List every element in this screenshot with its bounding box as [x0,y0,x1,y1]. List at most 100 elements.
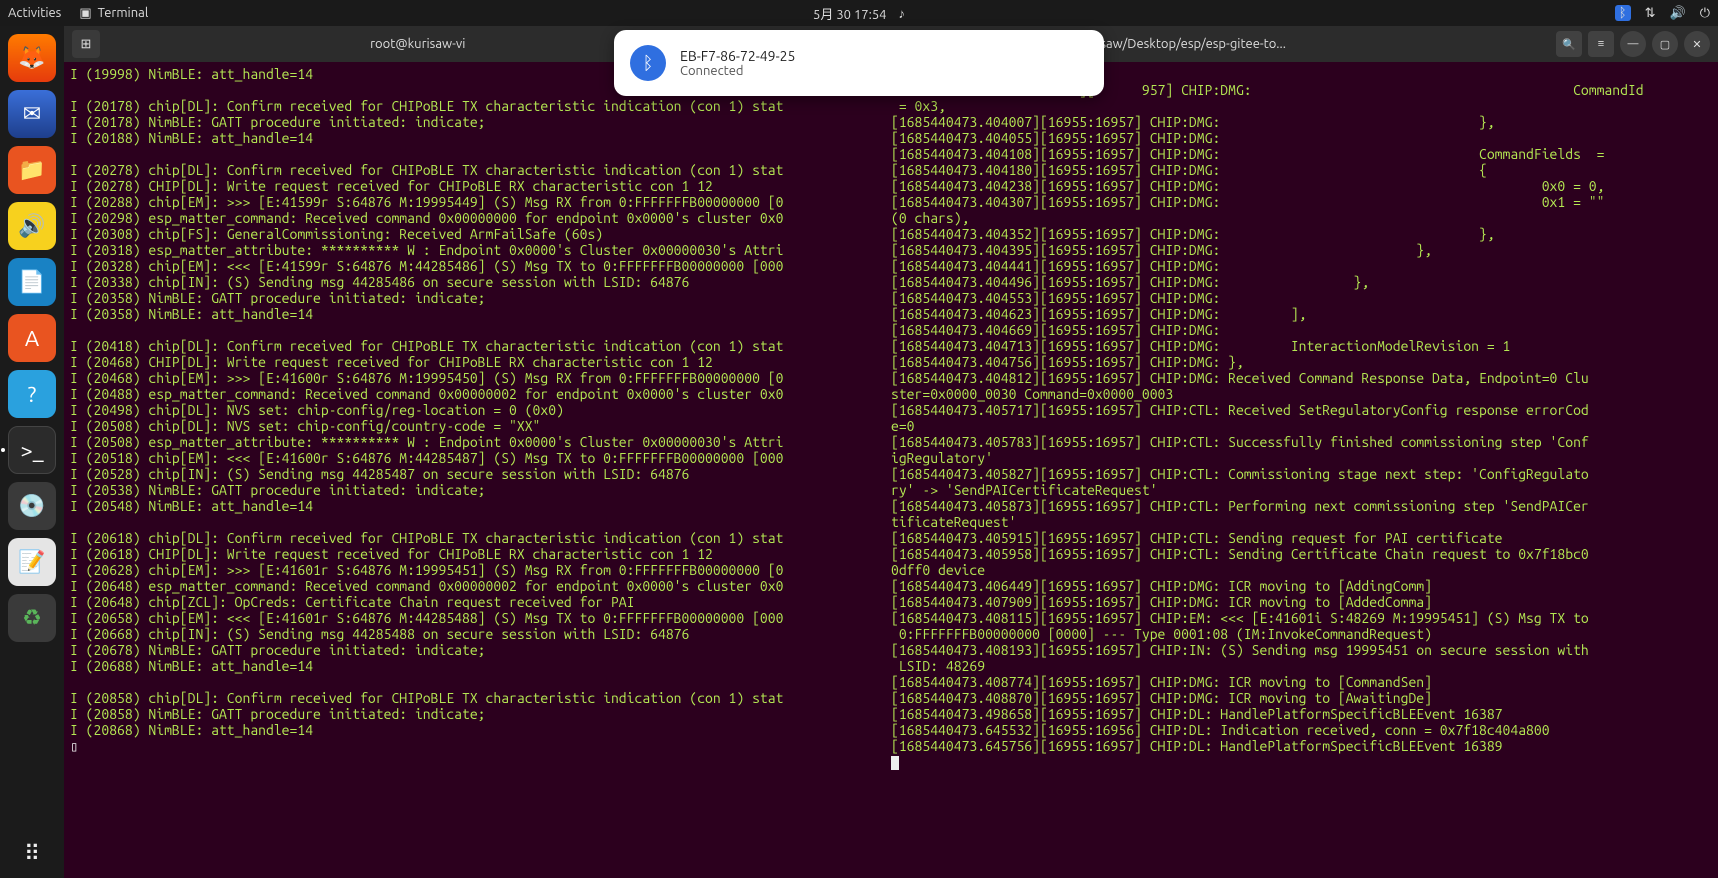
terminal-line: I (20338) chip[IN]: (S) Sending msg 4428… [70,274,890,290]
terminal-line: [1685440473.405958][16955:16957] CHIP:CT… [891,546,1712,562]
terminal-line: I (20418) chip[DL]: Confirm received for… [70,338,890,354]
terminal-line: I (20628) chip[EM]: >>> [E:41601r S:6487… [70,562,890,578]
terminal-line: I (20538) NimBLE: GATT procedure initiat… [70,482,890,498]
dock-show-apps[interactable]: ⠿ [8,830,56,878]
terminal-line: I (20508) esp_matter_attribute: ********… [70,434,890,450]
terminal-line: I (20678) NimBLE: GATT procedure initiat… [70,642,890,658]
dock-thunderbird[interactable]: ✉ [8,90,56,138]
terminal-line: I (20278) CHIP[DL]: Write request receiv… [70,178,890,194]
maximize-button[interactable]: ▢ [1652,31,1678,57]
dock-drive[interactable]: 💿 [8,482,56,530]
terminal-line: [1685440473.404756][16955:16957] CHIP:DM… [891,354,1712,370]
dock-files[interactable]: 📁 [8,146,56,194]
dock-software[interactable]: A [8,314,56,362]
maximize-icon: ▢ [1660,38,1670,51]
terminal-line: [1685440473.404713][16955:16957] CHIP:DM… [891,338,1712,354]
dock-text-editor[interactable]: 📝 [8,538,56,586]
current-app-label: Terminal [98,6,149,20]
dock: 🦊 ✉ 📁 🔊 📄 A ? >_ 💿 📝 ♻ ⠿ [0,26,64,878]
terminal-line: e=0 [891,418,1712,434]
terminal-line: I (20468) chip[EM]: >>> [E:41600r S:6487… [70,370,890,386]
network-indicator-icon[interactable]: ⇅ [1645,6,1656,21]
volume-indicator-icon[interactable]: 🔊 [1670,6,1686,21]
bluetooth-icon: ᛒ [630,45,666,81]
current-app[interactable]: ▣ Terminal [79,6,148,21]
terminal-line: (0 chars), [891,210,1712,226]
terminal-line: 0dff0 device [891,562,1712,578]
terminal-line: I (20358) NimBLE: att_handle=14 [70,306,890,322]
terminal-line: I (20648) chip[ZCL]: OpCreds: Certificat… [70,594,890,610]
terminal-line: . [70,146,890,162]
terminal-line: [1685440473.404352][16955:16957] CHIP:DM… [891,226,1712,242]
terminal-line: tificateRequest' [891,514,1712,530]
terminal-line: I (20468) CHIP[DL]: Write request receiv… [70,354,890,370]
terminal-line: ster=0x0000_0030 Command=0x0000_0003 [891,386,1712,402]
search-button[interactable]: 🔍 [1556,31,1582,57]
terminal-line: [1685440473.404307][16955:16957] CHIP:DM… [891,194,1712,210]
dock-rhythmbox[interactable]: 🔊 [8,202,56,250]
dock-writer[interactable]: 📄 [8,258,56,306]
terminal-line: I (20328) chip[EM]: <<< [E:41599r S:6487… [70,258,890,274]
minimize-icon: — [1628,38,1639,50]
terminal-line: [1685440473.408115][16955:16957] CHIP:EM… [891,610,1712,626]
dock-help[interactable]: ? [8,370,56,418]
terminal-line: I (20188) NimBLE: att_handle=14 [70,130,890,146]
terminal-line: [1685440473.407909][16955:16957] CHIP:DM… [891,594,1712,610]
terminal-line: [1685440473.408774][16955:16957] CHIP:DM… [891,674,1712,690]
terminal-line: I (20658) chip[EM]: <<< [E:41601r S:6487… [70,610,890,626]
top-panel: Activities ▣ Terminal 5月 30 17:54 ♪ ᛒ ⇅ … [0,0,1718,26]
terminal-line: [1685440473.498658][16955:16957] CHIP:DL… [891,706,1712,722]
bluetooth-indicator-icon[interactable]: ᛒ [1615,5,1631,21]
terminal-line: [1685440473.404395][16955:16957] CHIP:DM… [891,242,1712,258]
terminal-line: I (20358) NimBLE: GATT procedure initiat… [70,290,890,306]
close-button[interactable]: ✕ [1684,31,1710,57]
terminal-output[interactable]: I (19998) NimBLE: att_handle=14.I (20178… [64,62,1718,878]
terminal-line: I (20298) esp_matter_command: Received c… [70,210,890,226]
clock[interactable]: 5月 30 17:54 [813,4,886,23]
power-indicator-icon[interactable]: ⏻ [1700,6,1710,21]
terminal-line: . [70,674,890,690]
terminal-prompt: ▯ [70,738,890,754]
dock-trash[interactable]: ♻ [8,594,56,642]
notification-bell-icon[interactable]: ♪ [898,6,905,21]
notification-popup[interactable]: ᛒ EB-F7-86-72-49-25 Connected [614,30,1104,96]
minimize-button[interactable]: — [1620,31,1646,57]
dock-terminal[interactable]: >_ [8,426,56,474]
terminal-line: I (20618) CHIP[DL]: Write request receiv… [70,546,890,562]
activities-button[interactable]: Activities [8,6,61,20]
dock-firefox[interactable]: 🦊 [8,34,56,82]
terminal-line: [1685440473.404055][16955:16957] CHIP:DM… [891,130,1712,146]
terminal-line: [1685440473.404108][16955:16957] CHIP:DM… [891,146,1712,162]
new-tab-button[interactable]: ⊞ [72,30,100,58]
terminal-window: ⊞ root@kurisaw-vi ine: /home/kurisaw/Des… [64,26,1718,878]
terminal-line: I (20548) NimBLE: att_handle=14 [70,498,890,514]
terminal-line: I (20178) NimBLE: GATT procedure initiat… [70,114,890,130]
terminal-cursor-line [891,754,1712,770]
terminal-line: I (20278) chip[DL]: Confirm received for… [70,162,890,178]
terminal-line: I (20858) NimBLE: GATT procedure initiat… [70,706,890,722]
terminal-line: igRegulatory' [891,450,1712,466]
terminal-line: I (20288) chip[EM]: >>> [E:41599r S:6487… [70,194,890,210]
terminal-line: [1685440473.404553][16955:16957] CHIP:DM… [891,290,1712,306]
terminal-line: [1685440473.404441][16955:16957] CHIP:DM… [891,258,1712,274]
terminal-line: [1685440473.404623][16955:16957] CHIP:DM… [891,306,1712,322]
terminal-line: I (20858) chip[DL]: Confirm received for… [70,690,890,706]
terminal-line: . [70,514,890,530]
terminal-line: [1685440473.408870][16955:16957] CHIP:DM… [891,690,1712,706]
terminal-line: I (20498) chip[DL]: NVS set: chip-config… [70,402,890,418]
terminal-line: [1685440473.405827][16955:16957] CHIP:CT… [891,466,1712,482]
window-title-left: root@kurisaw-vi [370,37,465,51]
menu-button[interactable]: ≡ [1588,31,1614,57]
terminal-line: [1685440473.404669][16955:16957] CHIP:DM… [891,322,1712,338]
terminal-line: [1685440473.405783][16955:16957] CHIP:CT… [891,434,1712,450]
terminal-line: I (20668) chip[IN]: (S) Sending msg 4428… [70,626,890,642]
terminal-line: [1685440473.404180][16955:16957] CHIP:DM… [891,162,1712,178]
terminal-line: [1685440473.645532][16955:16956] CHIP:DL… [891,722,1712,738]
terminal-line: I (20618) chip[DL]: Confirm received for… [70,530,890,546]
terminal-line: ry' -> 'SendPAICertificateRequest' [891,482,1712,498]
terminal-line: I (20488) esp_matter_command: Received c… [70,386,890,402]
terminal-line: I (20688) NimBLE: att_handle=14 [70,658,890,674]
notification-title: EB-F7-86-72-49-25 [680,48,795,64]
terminal-line: [1685440473.404238][16955:16957] CHIP:DM… [891,178,1712,194]
terminal-line: [1685440473.406449][16955:16957] CHIP:DM… [891,578,1712,594]
